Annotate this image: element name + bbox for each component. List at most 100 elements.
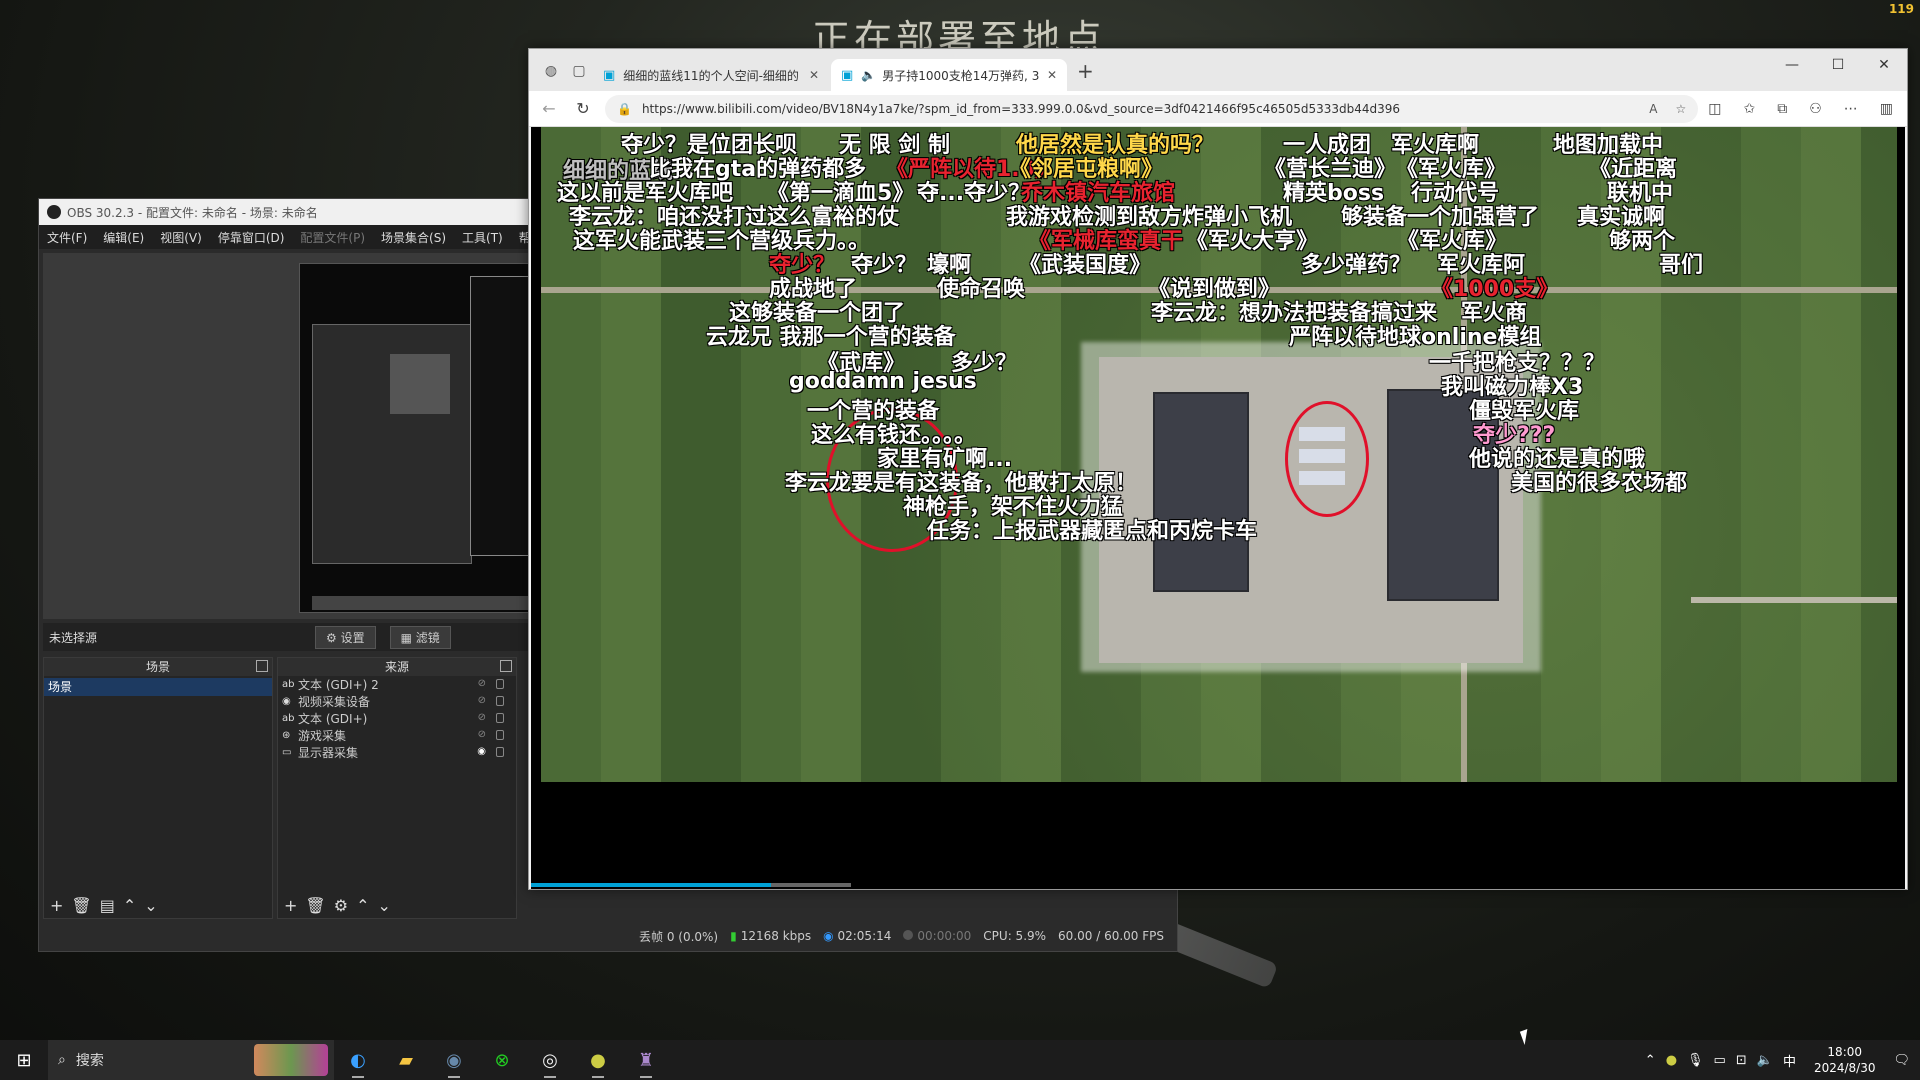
source-item[interactable]: ▭ 显示器采集 ◉ [278,744,516,761]
add-source-button[interactable]: + [284,896,297,915]
read-aloud-icon[interactable]: A [1649,102,1657,116]
tab-title: 细细的蓝线11的个人空间-细细的 [623,68,799,83]
lock-icon[interactable] [496,747,504,757]
browser-window[interactable]: ◍ ▢ ▣ 细细的蓝线11的个人空间-细细的 ✕ ▣ 🔈 男子持1000支枪14… [528,48,1908,890]
visibility-hidden-icon[interactable]: ⊘ [478,729,486,740]
chevron-up-icon[interactable]: ⌃ [1645,1053,1656,1068]
lock-icon[interactable] [496,730,504,740]
steam-icon[interactable]: ◉ [430,1040,478,1080]
edge-icon[interactable]: ◐ [334,1040,382,1080]
sidebar-icon[interactable]: ▥ [1880,101,1893,117]
delete-scene-button[interactable]: 🗑 [71,896,91,915]
video-frame[interactable]: 夺少？是位团长呗无 限 剑 制他居然是认真的吗？ 一人成团 军火库啊 地图加载中 细细的… [541,127,1897,782]
move-up-button[interactable]: ⌃ [356,896,369,915]
window-controls: — ☐ ✕ [1769,49,1907,81]
minimize-button[interactable]: — [1769,49,1815,81]
extension-icon[interactable]: ⚇ [1809,101,1822,117]
more-icon[interactable]: ⋯ [1844,101,1858,117]
scene-filters-button[interactable]: ▤ [100,896,115,915]
undock-icon[interactable] [500,660,512,672]
danmaku-comment: 《军火大亨》 [1186,229,1319,254]
live-time: ◉ 02:05:14 [823,929,891,943]
windows-start-icon[interactable]: ⊞ [0,1040,48,1080]
profile-icon[interactable]: ◍ [537,57,565,85]
xbox-icon[interactable]: ⊗ [478,1040,526,1080]
filter-icon: ▦ [400,630,412,645]
clock[interactable]: 18:00 2024/8/30 [1814,1044,1876,1076]
move-down-button[interactable]: ⌄ [377,896,390,915]
video-progress-bar[interactable] [531,883,772,887]
source-properties-button[interactable]: ⚙ [334,896,348,915]
display-icon[interactable]: ▭ [1714,1053,1726,1068]
url-field[interactable]: 🔒 https://www.bilibili.com/video/BV18N4y… [605,94,1699,123]
visibility-hidden-icon[interactable]: ⊘ [478,695,486,706]
menu-docks[interactable]: 停靠窗口(D) [210,229,293,246]
speaker-icon[interactable]: 🔈 [861,68,876,82]
tab-space[interactable]: ▣ 细细的蓝线11的个人空间-细细的 ✕ [593,59,829,91]
taskbar-search[interactable]: ⌕ 搜索 [48,1040,334,1080]
danmaku-comment: 《武装国度》 [1019,253,1152,278]
clock-date: 2024/8/30 [1813,1061,1876,1075]
source-item[interactable]: ab 文本 (GDI+) ⊘ [278,710,516,727]
visibility-hidden-icon[interactable]: ⊘ [478,712,486,723]
menu-edit[interactable]: 编辑(E) [95,229,152,246]
back-icon[interactable]: ← [537,99,561,118]
preview-nested-browser [470,276,528,556]
truck [1299,427,1345,441]
source-item[interactable]: ◉ 视频采集设备 ⊘ [278,693,516,710]
danmaku-comment: 任务：上报武器藏匿点和丙烷卡车 [927,519,1258,544]
delete-source-button[interactable]: 🗑 [305,896,325,915]
maximize-button[interactable]: ☐ [1815,49,1861,81]
obs-preview[interactable] [43,253,533,619]
menu-file[interactable]: 文件(F) [39,229,95,246]
move-down-button[interactable]: ⌄ [144,896,157,915]
sources-header: 来源 [384,660,409,674]
folder-icon[interactable]: ▰ [382,1040,430,1080]
scene-item[interactable]: 场景 [44,678,272,696]
obs-icon[interactable]: ◎ [526,1040,574,1080]
new-tab-button[interactable]: + [1077,59,1094,83]
lock-icon[interactable]: 🔒 [617,102,632,116]
favorite-star-icon[interactable]: ☆ [1675,102,1686,116]
add-scene-button[interactable]: + [50,896,63,915]
menu-view[interactable]: 视图(V) [152,229,210,246]
lock-icon[interactable] [496,679,504,689]
lock-icon[interactable] [496,713,504,723]
menu-profile[interactable]: 配置文件(P) [292,229,373,246]
tab-actions-icon[interactable]: ▢ [565,57,593,85]
undock-icon[interactable] [256,660,268,672]
network-icon[interactable]: ⊡ [1736,1053,1747,1068]
refresh-icon[interactable]: ↻ [571,99,595,118]
menu-scene-collection[interactable]: 场景集合(S) [373,229,454,246]
close-tab-icon[interactable]: ✕ [1047,68,1057,82]
notification-icon[interactable]: 🗨 [1893,1053,1910,1068]
menu-tools[interactable]: 工具(T) [454,229,511,246]
volume-icon[interactable]: 🔈 [1757,1053,1773,1068]
close-tab-icon[interactable]: ✕ [809,68,819,82]
app-icon[interactable]: ● [574,1040,622,1080]
game-icon[interactable]: ♜ [622,1040,670,1080]
microphone-icon[interactable]: 🎙 [1687,1053,1704,1068]
visibility-hidden-icon[interactable]: ⊘ [478,678,486,689]
settings-button[interactable]: ⚙ 设置 [315,625,376,649]
favorites-icon[interactable]: ✩ [1743,101,1755,117]
video-player[interactable]: 夺少？是位团长呗无 限 剑 制他居然是认真的吗？ 一人成团 军火库啊 地图加载中 细细的… [531,127,1905,889]
live-time-value: 02:05:14 [837,929,892,943]
sources-dock: 来源 ab 文本 (GDI+) 2 ⊘ ◉ 视频采集设备 ⊘ ab 文本 (GD… [277,657,517,919]
source-item[interactable]: ⊛ 游戏采集 ⊘ [278,727,516,744]
tray-app-icon[interactable]: ● [1666,1053,1677,1068]
source-item[interactable]: ab 文本 (GDI+) 2 ⊘ [278,676,516,693]
ime-indicator[interactable]: 中 [1783,1051,1796,1070]
filters-button[interactable]: ▦ 滤镜 [389,625,451,649]
move-up-button[interactable]: ⌃ [123,896,136,915]
scenes-header: 场景 [145,660,170,674]
close-window-button[interactable]: ✕ [1861,49,1907,81]
collections-icon[interactable]: ⧉ [1777,101,1787,117]
lock-icon[interactable] [496,696,504,706]
tab-video[interactable]: ▣ 🔈 男子持1000支枪14万弹药, 3 ✕ [831,59,1067,91]
source-label: 文本 (GDI+) [298,712,368,726]
source-label: 显示器采集 [298,746,359,760]
visibility-icon[interactable]: ◉ [477,746,486,757]
split-screen-icon[interactable]: ◫ [1708,101,1721,117]
address-bar-row: ← ↻ 🔒 https://www.bilibili.com/video/BV1… [529,91,1907,127]
